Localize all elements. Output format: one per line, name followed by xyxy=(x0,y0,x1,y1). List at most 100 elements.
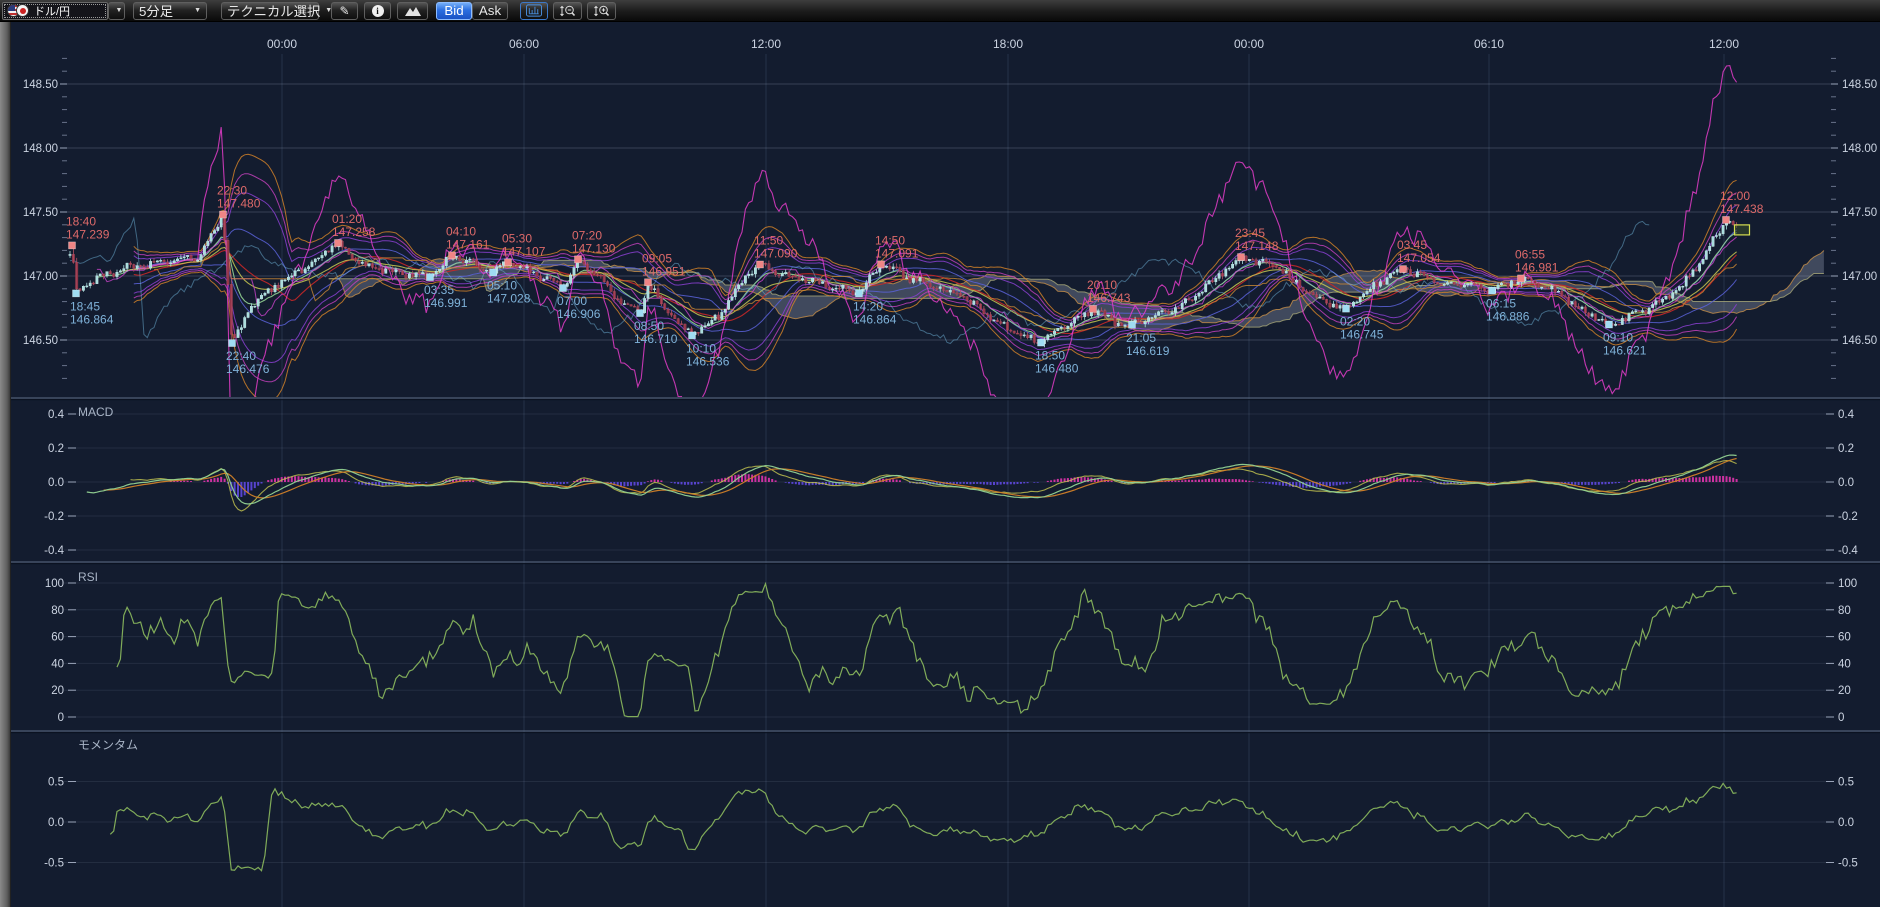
svg-text:0.5: 0.5 xyxy=(48,777,64,789)
toolbar: ドル/円 ▼ 5分足 ▼ テクニカル選択 ▼ ✎ i Bid Ask xyxy=(0,0,1880,22)
currency-pair-label: ドル/円 xyxy=(34,3,70,19)
current-price-marker xyxy=(1735,225,1750,235)
zoom-in-button[interactable] xyxy=(587,2,616,20)
ask-button[interactable]: Ask xyxy=(472,2,508,20)
svg-text:-0.2: -0.2 xyxy=(1838,511,1858,523)
rsi-panel: RSI100100808060604040202000 xyxy=(45,570,1857,724)
svg-text:147.148: 147.148 xyxy=(1235,239,1279,253)
svg-text:0: 0 xyxy=(58,712,64,724)
swing-low-marker xyxy=(689,332,696,339)
zoom-in-icon xyxy=(593,4,610,18)
svg-text:MACD: MACD xyxy=(78,405,114,419)
bid-button[interactable]: Bid xyxy=(436,2,472,20)
svg-text:20:10: 20:10 xyxy=(1087,278,1117,292)
bar-chart-icon xyxy=(526,4,542,17)
svg-text:0.4: 0.4 xyxy=(1838,409,1855,421)
svg-text:146.906: 146.906 xyxy=(557,307,601,321)
svg-text:148.50: 148.50 xyxy=(23,79,58,91)
svg-text:00:00: 00:00 xyxy=(1234,37,1264,51)
svg-text:06:15: 06:15 xyxy=(1486,297,1516,311)
svg-text:40: 40 xyxy=(1838,658,1851,670)
svg-text:40: 40 xyxy=(51,658,64,670)
svg-text:0.0: 0.0 xyxy=(48,477,64,489)
currency-pair-select[interactable]: ドル/円 xyxy=(2,2,108,20)
svg-text:147.00: 147.00 xyxy=(1842,271,1877,283)
svg-text:146.619: 146.619 xyxy=(1126,344,1170,358)
swing-high-marker xyxy=(645,279,652,286)
svg-text:09:05: 09:05 xyxy=(642,251,672,265)
chart-type-button[interactable] xyxy=(520,2,548,20)
svg-text:146.991: 146.991 xyxy=(424,296,468,310)
svg-text:146.864: 146.864 xyxy=(70,312,114,326)
svg-text:147.107: 147.107 xyxy=(502,244,546,258)
svg-text:06:00: 06:00 xyxy=(509,37,539,51)
swing-high-marker xyxy=(1518,275,1525,282)
info-icon: i xyxy=(372,5,384,17)
momentum-panel: モメンタム0.50.50.00.0-0.5-0.5 xyxy=(44,738,1858,871)
timeframe-select[interactable]: 5分足 ▼ xyxy=(133,2,207,20)
svg-text:21:05: 21:05 xyxy=(1126,331,1156,345)
swing-low-marker xyxy=(1606,321,1613,328)
svg-text:146.981: 146.981 xyxy=(1515,260,1559,274)
swing-low-marker xyxy=(1489,287,1496,294)
time-axis-labels: 00:0006:0012:0018:0000:0006:1012:00 xyxy=(267,37,1739,51)
svg-text:146.864: 146.864 xyxy=(853,312,897,326)
svg-text:0.2: 0.2 xyxy=(48,443,64,455)
svg-text:146.50: 146.50 xyxy=(1842,335,1877,347)
svg-text:147.480: 147.480 xyxy=(217,197,261,211)
pair-dropdown-button[interactable]: ▼ xyxy=(108,2,125,20)
swing-low-marker xyxy=(856,290,863,297)
mountain-icon xyxy=(404,5,422,17)
svg-text:147.438: 147.438 xyxy=(1720,202,1764,216)
swing-high-marker xyxy=(69,242,76,249)
svg-text:18:40: 18:40 xyxy=(66,214,96,228)
draw-tool-button[interactable]: ✎ xyxy=(331,2,358,20)
japan-flag-icon xyxy=(16,4,29,17)
svg-text:146.536: 146.536 xyxy=(686,354,730,368)
swing-high-marker xyxy=(220,211,227,218)
swing-low-marker xyxy=(73,290,80,297)
swing-high-marker xyxy=(505,259,512,266)
svg-text:20: 20 xyxy=(1838,685,1851,697)
svg-text:-0.4: -0.4 xyxy=(44,545,64,557)
svg-text:18:45: 18:45 xyxy=(70,299,100,313)
svg-text:0.5: 0.5 xyxy=(1838,777,1854,789)
svg-text:07:00: 07:00 xyxy=(557,294,587,308)
swing-high-marker xyxy=(878,261,885,268)
swing-low-marker xyxy=(229,340,236,347)
svg-text:0.2: 0.2 xyxy=(1838,443,1854,455)
chevron-down-icon: ▼ xyxy=(194,7,201,14)
zoom-out-icon xyxy=(559,4,576,18)
svg-text:146.743: 146.743 xyxy=(1087,291,1131,305)
svg-text:23:45: 23:45 xyxy=(1235,226,1265,240)
svg-text:0.0: 0.0 xyxy=(1838,817,1854,829)
svg-text:0.0: 0.0 xyxy=(48,817,64,829)
svg-text:147.130: 147.130 xyxy=(572,241,616,255)
svg-text:-0.2: -0.2 xyxy=(44,511,64,523)
svg-text:05:30: 05:30 xyxy=(502,231,532,245)
svg-text:80: 80 xyxy=(51,605,64,617)
zoom-out-button[interactable] xyxy=(553,2,582,20)
chart-canvas[interactable]: 00:0006:0012:0018:0000:0006:1012:0018:40… xyxy=(0,22,1880,907)
svg-text:147.50: 147.50 xyxy=(1842,207,1877,219)
svg-text:0.0: 0.0 xyxy=(1838,477,1854,489)
svg-text:146.710: 146.710 xyxy=(634,332,678,346)
svg-text:00:00: 00:00 xyxy=(267,37,297,51)
svg-text:12:00: 12:00 xyxy=(1720,189,1750,203)
svg-text:モメンタム: モメンタム xyxy=(78,738,138,752)
svg-text:146.621: 146.621 xyxy=(1603,344,1647,358)
svg-text:147.00: 147.00 xyxy=(23,271,58,283)
svg-text:12:00: 12:00 xyxy=(751,37,781,51)
svg-text:11:50: 11:50 xyxy=(754,233,783,247)
swing-low-marker xyxy=(490,269,497,276)
svg-text:09:10: 09:10 xyxy=(1603,331,1633,345)
swing-low-marker xyxy=(427,274,434,281)
svg-text:14:20: 14:20 xyxy=(853,299,883,313)
svg-text:147.258: 147.258 xyxy=(332,225,376,239)
info-button[interactable]: i xyxy=(364,2,391,20)
swing-high-marker xyxy=(1090,305,1097,312)
mountain-chart-button[interactable] xyxy=(397,2,428,20)
technical-select-button[interactable]: テクニカル選択 ▼ xyxy=(221,2,319,20)
svg-text:146.476: 146.476 xyxy=(226,362,270,376)
left-gutter[interactable] xyxy=(0,22,11,907)
